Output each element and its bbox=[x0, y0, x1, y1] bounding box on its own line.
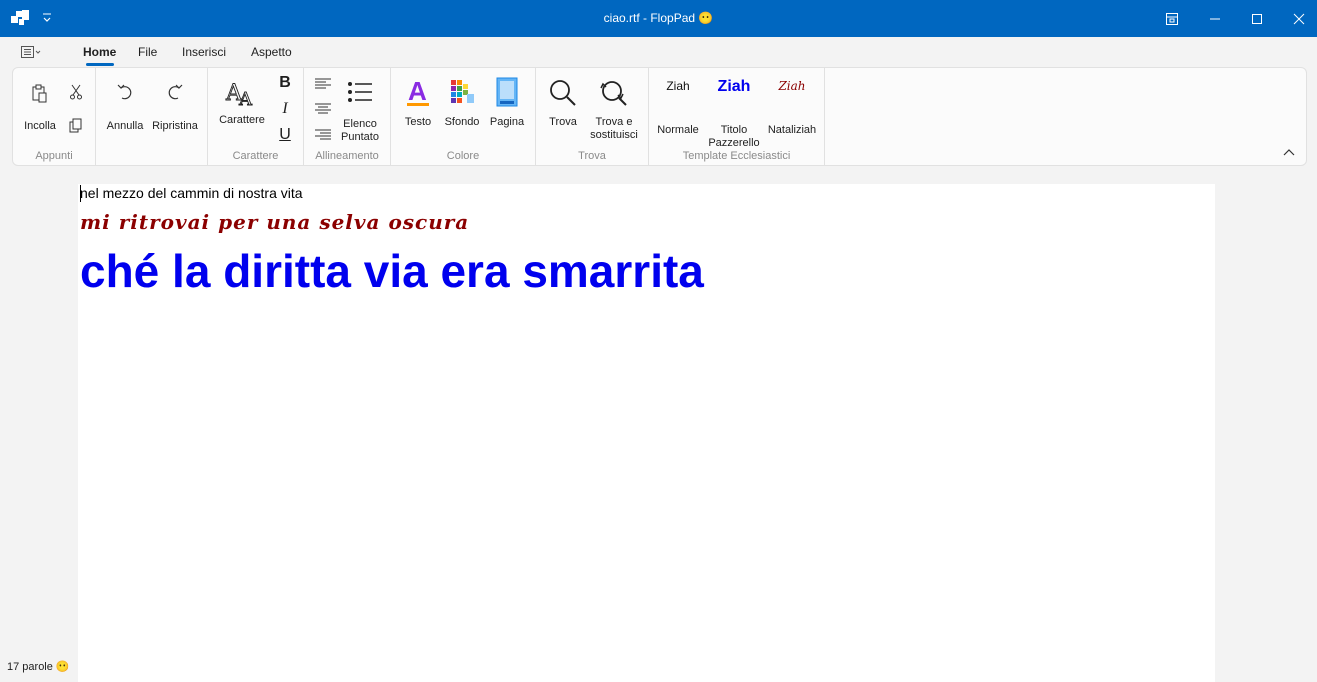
align-right-icon[interactable] bbox=[314, 128, 332, 142]
group-carattere: A A Carattere B I U Carattere bbox=[208, 68, 304, 165]
bullet-list-label-2: Puntato bbox=[341, 131, 379, 143]
bold-button[interactable]: B bbox=[278, 74, 292, 92]
redo-label: Ripristina bbox=[152, 120, 198, 132]
paste-icon bbox=[32, 84, 47, 103]
active-tab-indicator bbox=[86, 63, 114, 66]
window-title: ciao.rtf - FlopPad 😶 bbox=[603, 11, 714, 25]
template-titolo-preview: Ziah bbox=[717, 78, 751, 95]
maximize-button[interactable] bbox=[1236, 0, 1278, 37]
underline-button[interactable]: U bbox=[278, 126, 292, 144]
tab-aspetto[interactable]: Aspetto bbox=[251, 45, 292, 59]
template-natale-button[interactable]: Ziah Nataliziah bbox=[765, 80, 819, 137]
group-label-colore: Colore bbox=[446, 150, 480, 162]
close-icon bbox=[1293, 13, 1305, 24]
ribbon-tabs: Home File Inserisci Aspetto bbox=[0, 37, 1317, 67]
redo-button[interactable]: Ripristina bbox=[150, 82, 200, 133]
undo-icon bbox=[117, 84, 132, 100]
group-colore: A Testo Sfondo Pagina Colore bbox=[391, 68, 536, 165]
cut-icon[interactable] bbox=[69, 84, 83, 100]
find-replace-label-2: sostituisci bbox=[590, 129, 638, 141]
group-trova: Trova Trova e sostituisci Trova bbox=[536, 68, 649, 165]
template-normale-button[interactable]: Ziah Normale bbox=[655, 80, 701, 137]
find-replace-icon bbox=[600, 81, 627, 106]
font-icon: A A bbox=[225, 81, 253, 108]
undo-button[interactable]: Annulla bbox=[106, 82, 144, 133]
maximize-icon bbox=[1252, 13, 1262, 24]
page-icon bbox=[496, 77, 518, 107]
text-color-icon: A bbox=[407, 76, 429, 106]
page-color-button[interactable]: Pagina bbox=[487, 76, 527, 129]
group-label-carattere: Carattere bbox=[232, 150, 279, 162]
find-button[interactable]: Trova bbox=[544, 78, 582, 129]
group-appunti: Incolla Appunti bbox=[13, 68, 96, 165]
bullet-list-icon bbox=[348, 82, 372, 102]
background-color-label: Sfondo bbox=[444, 116, 480, 128]
copy-icon[interactable] bbox=[69, 118, 83, 134]
undo-label: Annulla bbox=[106, 120, 144, 132]
group-allineamento: Elenco Puntato Allineamento bbox=[304, 68, 391, 165]
document-line-2[interactable]: mi ritrovai per una selva oscura bbox=[80, 210, 469, 234]
word-count-status: 17 parole 😶 bbox=[7, 661, 70, 673]
document-line-3[interactable]: ché la diritta via era smarrita bbox=[80, 244, 704, 298]
italic-button[interactable]: I bbox=[278, 100, 292, 118]
group-label-appunti: Appunti bbox=[35, 150, 73, 162]
font-label: Carattere bbox=[219, 114, 265, 126]
minimize-icon bbox=[1210, 18, 1220, 19]
group-label-template: Template Ecclesiastici bbox=[682, 150, 791, 162]
group-label-trova: Trova bbox=[578, 150, 606, 162]
template-titolo-button[interactable]: Ziah Titolo Pazzerello bbox=[705, 78, 763, 150]
template-titolo-label-2: Pazzerello bbox=[708, 137, 760, 149]
font-button[interactable]: A A Carattere bbox=[216, 78, 268, 127]
paste-button[interactable]: Incolla bbox=[21, 82, 59, 133]
bullet-list-label-1: Elenco bbox=[343, 118, 377, 130]
app-logo-icon[interactable] bbox=[11, 10, 29, 26]
layout-icon bbox=[1166, 12, 1178, 25]
text-color-button[interactable]: A Testo bbox=[399, 76, 437, 129]
quick-access-dropdown-icon[interactable] bbox=[42, 12, 52, 24]
palette-icon bbox=[451, 80, 474, 103]
template-natale-preview: Ziah bbox=[778, 79, 806, 93]
background-color-button[interactable]: Sfondo bbox=[443, 76, 481, 129]
svg-text:A: A bbox=[408, 76, 427, 106]
text-caret bbox=[80, 185, 81, 202]
document-line-1[interactable]: nel mezzo del cammin di nostra vita bbox=[80, 185, 303, 201]
template-titolo-label-1: Titolo bbox=[720, 124, 748, 136]
tab-home[interactable]: Home bbox=[83, 45, 116, 59]
find-replace-label-1: Trova e bbox=[595, 116, 633, 128]
svg-text:A: A bbox=[238, 89, 253, 108]
ribbon: Incolla Appunti Annulla Ripristina A A C… bbox=[12, 67, 1307, 166]
group-history: Annulla Ripristina bbox=[96, 68, 208, 165]
redo-icon bbox=[168, 84, 183, 100]
align-center-icon[interactable] bbox=[314, 102, 332, 116]
compact-mode-button[interactable] bbox=[1151, 0, 1193, 37]
app-menu-icon[interactable] bbox=[20, 45, 44, 59]
template-normale-preview: Ziah bbox=[666, 79, 690, 93]
search-icon bbox=[550, 80, 576, 106]
paste-label: Incolla bbox=[24, 120, 56, 132]
tab-file[interactable]: File bbox=[138, 45, 157, 59]
collapse-ribbon-icon[interactable] bbox=[1282, 147, 1296, 157]
group-template: Ziah Normale Ziah Titolo Pazzerello Ziah… bbox=[649, 68, 825, 165]
title-bar: ciao.rtf - FlopPad 😶 bbox=[0, 0, 1317, 37]
template-natale-label: Nataliziah bbox=[767, 124, 817, 136]
template-normale-label: Normale bbox=[657, 124, 699, 136]
find-label: Trova bbox=[549, 116, 577, 128]
document-editor[interactable]: nel mezzo del cammin di nostra vita mi r… bbox=[78, 184, 1215, 682]
text-color-label: Testo bbox=[404, 116, 432, 128]
bullet-list-button[interactable]: Elenco Puntato bbox=[338, 80, 382, 144]
minimize-button[interactable] bbox=[1194, 0, 1236, 37]
find-replace-button[interactable]: Trova e sostituisci bbox=[586, 78, 642, 142]
group-label-allineamento: Allineamento bbox=[315, 150, 379, 162]
close-button[interactable] bbox=[1278, 0, 1317, 37]
tab-inserisci[interactable]: Inserisci bbox=[182, 45, 226, 59]
align-left-icon[interactable] bbox=[314, 77, 332, 91]
page-color-label: Pagina bbox=[489, 116, 525, 128]
